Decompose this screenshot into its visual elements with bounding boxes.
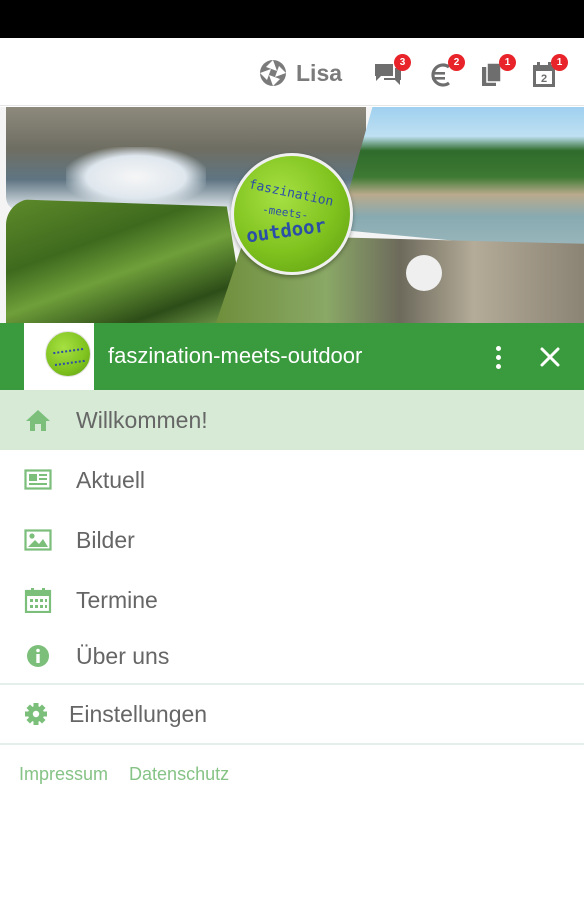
more-vert-icon	[495, 345, 501, 351]
navigation-menu: Willkommen! Aktuell Bilder Termine Über …	[0, 390, 584, 745]
footer-links: Impressum Datenschutz	[19, 764, 245, 785]
header-banner: faszination -meets- outdoor	[0, 107, 584, 323]
river-beach-photo	[338, 107, 584, 253]
menu-item-bilder[interactable]: Bilder	[0, 510, 584, 570]
drawer-logo-box	[24, 323, 94, 390]
gorge-photo	[6, 199, 246, 323]
menu-divider	[0, 743, 584, 745]
top-bar: Lisa 3 2 1 2 1	[0, 38, 584, 106]
calendar-day: 2	[541, 73, 547, 85]
datenschutz-link[interactable]: Datenschutz	[129, 764, 229, 784]
menu-item-termine[interactable]: Termine	[0, 570, 584, 630]
menu-item-label: Über uns	[76, 643, 170, 669]
messages-button[interactable]: 3	[369, 54, 411, 94]
logo-text-line1: faszination	[247, 177, 335, 210]
community-logo-icon	[260, 60, 286, 86]
gear-icon	[22, 701, 50, 727]
info-icon	[24, 643, 52, 669]
status-bar	[0, 0, 584, 38]
menu-item-label: Termine	[76, 586, 158, 613]
events-badge: 1	[551, 54, 568, 71]
payments-button[interactable]: 2	[423, 54, 465, 94]
logo-text-line3: outdoor	[244, 214, 328, 248]
close-drawer-button[interactable]	[534, 341, 566, 373]
menu-item-label: Aktuell	[76, 466, 146, 493]
drawer-logo	[45, 331, 91, 377]
events-button[interactable]: 2 1	[526, 54, 568, 94]
menu-item-willkommen[interactable]: Willkommen!	[0, 390, 584, 450]
messages-badge: 3	[394, 54, 411, 71]
drawer-title: faszination-meets-outdoor	[108, 343, 363, 368]
user-name: Lisa	[296, 59, 343, 86]
documents-badge: 1	[499, 54, 516, 71]
menu-item-einstellungen[interactable]: Einstellungen	[0, 685, 584, 743]
calendar-icon	[24, 587, 52, 613]
home-icon	[24, 407, 52, 433]
image-icon	[24, 527, 52, 553]
documents-button[interactable]: 1	[474, 54, 516, 94]
community-logo: faszination -meets- outdoor	[231, 153, 353, 275]
menu-item-label: Einstellungen	[69, 701, 208, 727]
more-options-button[interactable]	[484, 341, 512, 373]
menu-item-aktuell[interactable]: Aktuell	[0, 450, 584, 510]
menu-item-label: Willkommen!	[76, 406, 208, 433]
menu-item-ueber-uns[interactable]: Über uns	[0, 630, 584, 683]
drawer-header: faszination-meets-outdoor	[0, 323, 584, 390]
newspaper-icon	[24, 467, 52, 493]
payments-badge: 2	[448, 54, 465, 71]
user-account[interactable]: Lisa	[258, 58, 342, 88]
close-icon	[540, 347, 560, 367]
impressum-link[interactable]: Impressum	[19, 764, 108, 784]
menu-item-label: Bilder	[76, 526, 135, 553]
